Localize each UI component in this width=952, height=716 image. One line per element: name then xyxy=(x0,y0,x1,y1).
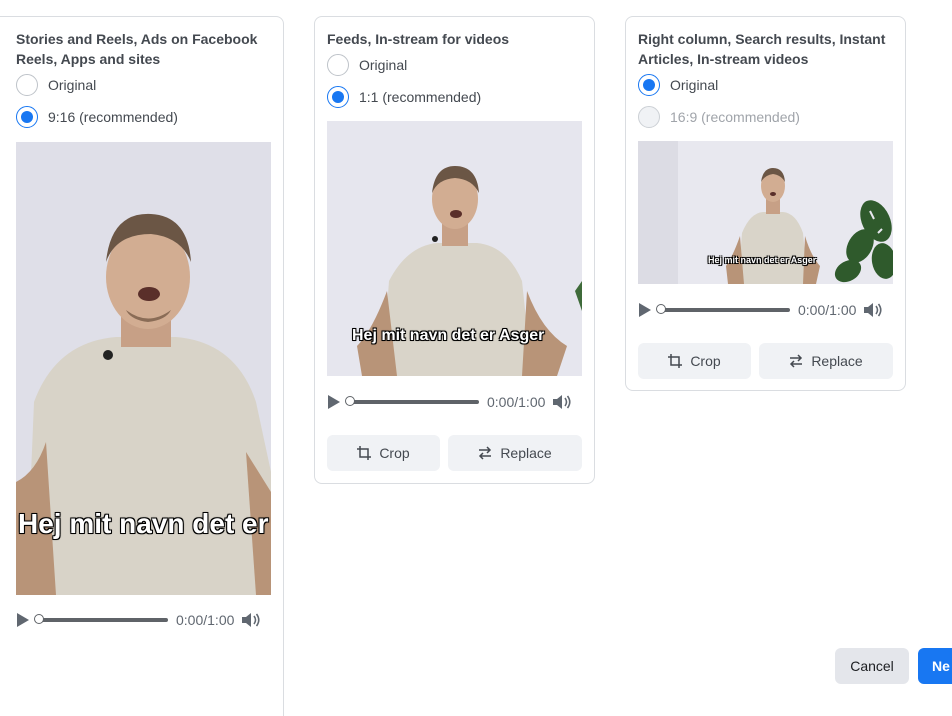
video-player-controls: 0:00/1:00 xyxy=(638,300,884,320)
crop-icon xyxy=(668,354,683,368)
radio-button[interactable] xyxy=(16,74,38,96)
placement-card-stories: Stories and Reels, Ads on Facebook Reels… xyxy=(0,16,284,716)
crop-label: Crop xyxy=(690,353,721,369)
placement-card-feeds: Feeds, In-stream for videos Original 1:1… xyxy=(314,16,595,484)
play-icon[interactable] xyxy=(16,612,30,628)
seek-thumb[interactable] xyxy=(34,614,44,624)
seek-bar[interactable] xyxy=(656,304,790,314)
video-player-controls: 0:00/1:00 xyxy=(327,392,573,412)
option-1-1[interactable]: 1:1 (recommended) xyxy=(327,84,481,110)
option-label: Original xyxy=(359,57,408,73)
seek-thumb[interactable] xyxy=(656,304,666,314)
replace-button[interactable]: Replace xyxy=(759,343,893,379)
option-original[interactable]: Original xyxy=(638,72,718,98)
option-label: 9:16 (recommended) xyxy=(48,109,178,125)
volume-icon[interactable] xyxy=(551,393,573,411)
cancel-button[interactable]: Cancel xyxy=(835,648,909,684)
option-9-16[interactable]: 9:16 (recommended) xyxy=(16,104,178,130)
time-display: 0:00/1:00 xyxy=(487,394,546,410)
seek-bar[interactable] xyxy=(34,614,168,624)
video-preview[interactable]: Hej mit navn det er Asger xyxy=(16,142,271,595)
radio-button[interactable] xyxy=(638,106,660,128)
seek-thumb[interactable] xyxy=(345,396,355,406)
replace-icon xyxy=(479,446,492,460)
play-icon[interactable] xyxy=(638,302,652,318)
play-icon[interactable] xyxy=(327,394,341,410)
time-display: 0:00/1:00 xyxy=(798,302,857,318)
option-16-9[interactable]: 16:9 (recommended) xyxy=(638,104,800,130)
option-label: 1:1 (recommended) xyxy=(359,89,482,105)
radio-button[interactable] xyxy=(16,106,38,128)
option-label: Original xyxy=(670,77,719,93)
radio-button[interactable] xyxy=(638,74,660,96)
radio-button[interactable] xyxy=(327,54,349,76)
crop-button[interactable]: Crop xyxy=(327,435,440,471)
placement-card-right-column: Right column, Search results, Instant Ar… xyxy=(625,16,906,391)
video-caption: Hej mit navn det er Asger xyxy=(18,508,271,539)
placement-title: Right column, Search results, Instant Ar… xyxy=(638,31,886,67)
option-original[interactable]: Original xyxy=(327,52,407,78)
replace-label: Replace xyxy=(811,353,863,369)
next-button[interactable]: Ne xyxy=(918,648,952,684)
replace-icon xyxy=(790,354,803,368)
placement-title: Stories and Reels, Ads on Facebook Reels… xyxy=(16,31,258,67)
placement-title: Feeds, In-stream for videos xyxy=(327,31,510,47)
crop-icon xyxy=(357,446,372,460)
option-label: 16:9 (recommended) xyxy=(670,109,800,125)
video-preview[interactable]: Hej mit navn det er Asger xyxy=(327,121,582,376)
replace-label: Replace xyxy=(500,445,552,461)
video-preview[interactable]: Hej mit navn det er Asger xyxy=(638,141,893,284)
option-label: Original xyxy=(48,77,97,93)
replace-button[interactable]: Replace xyxy=(448,435,582,471)
volume-icon[interactable] xyxy=(862,301,884,319)
radio-button[interactable] xyxy=(327,86,349,108)
crop-label: Crop xyxy=(379,445,410,461)
volume-icon[interactable] xyxy=(240,611,262,629)
time-display: 0:00/1:00 xyxy=(176,612,235,628)
video-caption: Hej mit navn det er Asger xyxy=(352,327,545,344)
video-caption: Hej mit navn det er Asger xyxy=(708,255,817,265)
option-original[interactable]: Original xyxy=(16,72,96,98)
crop-button[interactable]: Crop xyxy=(638,343,751,379)
video-player-controls: 0:00/1:00 xyxy=(16,610,262,630)
seek-bar[interactable] xyxy=(345,396,479,406)
